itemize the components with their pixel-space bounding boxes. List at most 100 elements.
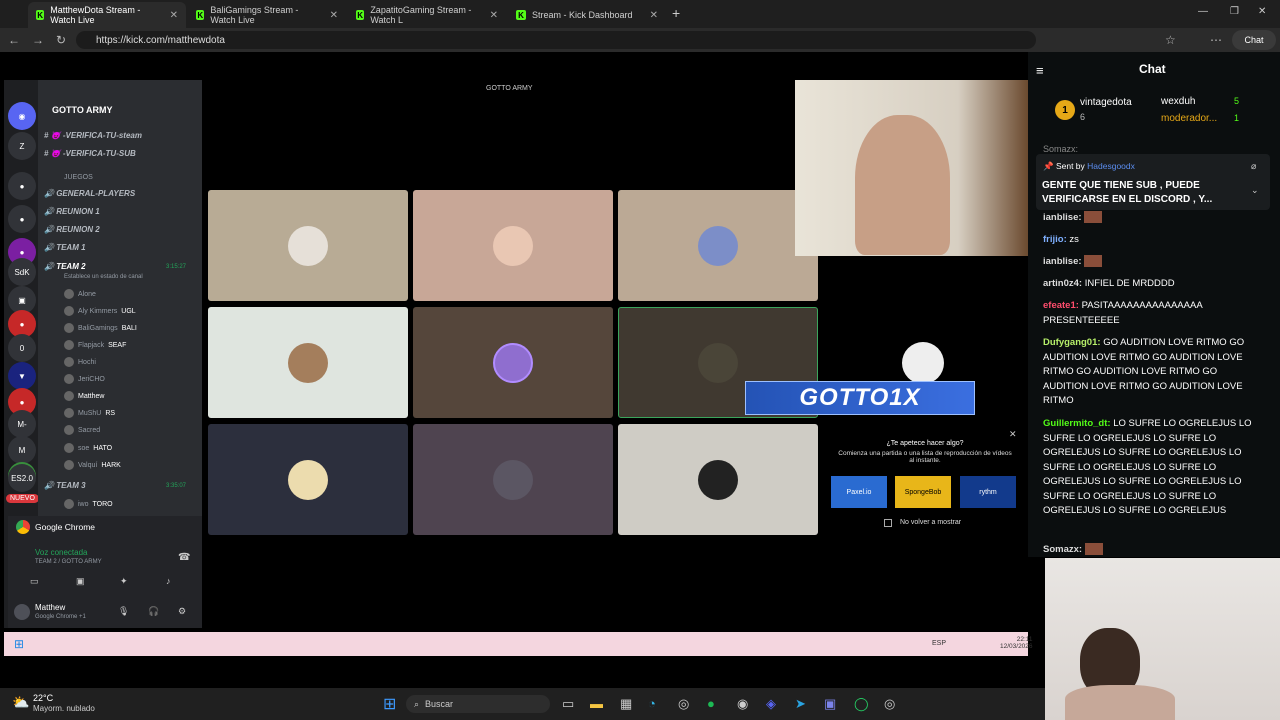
chat-username[interactable]: Somazx: <box>1043 544 1082 555</box>
url-input[interactable]: https://kick.com/matthewdota <box>76 31 1036 49</box>
collapse-chat-icon[interactable]: ≡ <box>1036 63 1044 78</box>
chat-username[interactable]: ianblise: <box>1043 256 1082 267</box>
server-icon[interactable]: Z <box>8 132 36 160</box>
close-icon[interactable]: ✕ <box>330 10 338 21</box>
whatsapp-icon[interactable]: ◯ <box>854 696 869 712</box>
close-icon[interactable]: ✕ <box>650 10 658 21</box>
task-view-icon[interactable]: ▭ <box>562 696 574 712</box>
video-tile[interactable] <box>208 424 408 535</box>
voice-member[interactable]: Aly Kimmers UGL <box>64 306 136 316</box>
maximize-icon[interactable]: ❐ <box>1230 6 1239 17</box>
category-juegos[interactable]: JUEGOS <box>64 174 93 181</box>
chat-username[interactable]: frijio: <box>1043 234 1067 245</box>
spotify-icon[interactable]: ● <box>707 696 715 711</box>
chevron-down-icon[interactable]: ⌄ <box>1251 185 1259 196</box>
voice-team-1[interactable]: 🔊 TEAM 1 <box>44 243 86 252</box>
app-tile[interactable]: Paxel.io <box>831 476 887 508</box>
discord-home-icon[interactable]: ◉ <box>8 102 36 130</box>
close-icon[interactable]: ✕ <box>170 10 178 21</box>
menu-icon[interactable]: ⋯ <box>1210 33 1222 47</box>
server-icon[interactable]: ● <box>8 172 36 200</box>
channel-verifica-steam[interactable]: # 😈 -VERIFICA-TU-steam <box>44 131 142 140</box>
store-icon[interactable]: ▦ <box>620 696 632 712</box>
voice-team-3[interactable]: 🔊 TEAM 3 <box>44 481 86 490</box>
unpin-icon[interactable]: ⌀ <box>1251 161 1256 172</box>
windows-start-icon[interactable]: ⊞ <box>14 637 24 651</box>
copilot-chat-button[interactable]: Chat <box>1232 30 1276 50</box>
favorites-icon[interactable]: ☆ <box>1165 33 1176 47</box>
close-icon[interactable]: ✕ <box>490 10 498 21</box>
chat-username[interactable]: Guillermito_dt: <box>1043 418 1111 429</box>
voice-reunion-1[interactable]: 🔊 REUNION 1 <box>44 207 100 216</box>
mic-icon[interactable]: 🎙 <box>118 606 129 617</box>
voice-member[interactable]: JeriCHO <box>64 374 105 384</box>
voice-general-players[interactable]: 🔊 GENERAL-PLAYERS <box>44 189 135 198</box>
video-tile[interactable] <box>618 190 818 301</box>
app-tile[interactable]: SpongeBob <box>895 476 951 508</box>
disconnect-icon[interactable]: ☎ <box>178 552 190 563</box>
server-icon[interactable]: M <box>8 436 36 464</box>
telegram-icon[interactable]: ➤ <box>795 696 806 712</box>
close-popup-icon[interactable]: ✕ <box>1009 429 1017 440</box>
steam-icon[interactable]: ◎ <box>678 696 689 712</box>
tab-kick-dashboard[interactable]: K Stream - Kick Dashboard ✕ <box>508 2 666 28</box>
server-name[interactable]: GOTTO ARMY <box>52 105 113 115</box>
tab-matthewdota[interactable]: K MatthewDota Stream - Watch Live ✕ <box>28 2 186 28</box>
server-icon[interactable]: ● <box>8 205 36 233</box>
close-window-icon[interactable]: ✕ <box>1258 6 1266 17</box>
back-icon[interactable]: ← <box>8 33 20 47</box>
video-tile[interactable] <box>208 190 408 301</box>
channel-status[interactable]: Establece un estado de canal <box>64 274 143 280</box>
chat-username[interactable]: Dufygang01: <box>1043 337 1101 348</box>
tab-zapatito[interactable]: K ZapatitoGaming Stream - Watch L ✕ <box>348 2 506 28</box>
top-gifter[interactable]: vintagedota <box>1080 97 1132 108</box>
headphones-icon[interactable]: 🎧 <box>148 606 159 617</box>
screen-share-icon[interactable]: ▣ <box>76 576 85 587</box>
voice-member[interactable]: Hochi <box>64 357 96 367</box>
chat-username[interactable]: artin0z4: <box>1043 278 1082 289</box>
minimize-icon[interactable]: — <box>1198 6 1208 17</box>
voice-reunion-2[interactable]: 🔊 REUNION 2 <box>44 225 100 234</box>
voice-member[interactable]: Valquí HARK <box>64 460 121 470</box>
activities-icon[interactable]: ✦ <box>120 576 128 587</box>
server-icon[interactable]: SdK <box>8 258 36 286</box>
pinned-user[interactable]: Hadesgoodx <box>1087 161 1135 171</box>
top-gifter[interactable]: moderador... <box>1161 113 1217 124</box>
channel-verifica-sub[interactable]: # 😈 -VERIFICA-TU-SUB <box>44 149 136 158</box>
soundboard-icon[interactable]: ♪ <box>166 576 171 586</box>
camera-icon[interactable]: ▭ <box>30 576 39 587</box>
taskbar-search[interactable]: ⌕ Buscar <box>406 695 550 713</box>
chat-username[interactable]: ianblise: <box>1043 212 1082 223</box>
weather-icon[interactable]: ⛅ <box>12 694 29 711</box>
teams-icon[interactable]: ▣ <box>824 696 836 712</box>
video-tile[interactable] <box>208 307 408 418</box>
voice-member[interactable]: soe HATO <box>64 443 112 453</box>
steam-icon[interactable]: ◎ <box>884 696 895 712</box>
user-avatar[interactable] <box>14 604 30 620</box>
voice-team-2[interactable]: 🔊 TEAM 2 <box>44 262 86 271</box>
voice-member[interactable]: BaliGamings BALI <box>64 323 137 333</box>
voice-member[interactable]: MuShU RS <box>64 408 115 418</box>
reload-icon[interactable]: ↻ <box>56 33 66 47</box>
voice-channel-link[interactable]: TEAM 2 / GOTTO ARMY <box>35 559 102 565</box>
forward-icon[interactable]: → <box>32 33 44 47</box>
voice-member[interactable]: iwo TORO <box>64 499 113 509</box>
voice-member[interactable]: Matthew <box>64 391 104 401</box>
language-indicator[interactable]: ESP <box>932 640 946 647</box>
video-tile[interactable] <box>618 424 818 535</box>
voice-member[interactable]: Sacred <box>64 425 100 435</box>
voice-member[interactable]: Flapjack SEAF <box>64 340 126 350</box>
server-icon[interactable]: 0 <box>8 334 36 362</box>
file-explorer-icon[interactable]: ▬ <box>590 696 603 711</box>
server-icon[interactable]: M- <box>8 410 36 438</box>
server-icon[interactable]: ▼ <box>8 362 36 390</box>
video-tile[interactable] <box>413 424 613 535</box>
video-tile[interactable] <box>413 190 613 301</box>
server-icon[interactable]: ES2.0 <box>8 464 36 492</box>
obs-icon[interactable]: ◉ <box>737 696 748 712</box>
chat-username[interactable]: efeate1: <box>1043 300 1079 311</box>
top-gifter[interactable]: wexduh <box>1161 96 1195 107</box>
chat-username[interactable]: Somazx: <box>1043 144 1078 154</box>
app-tile[interactable]: rythm <box>960 476 1016 508</box>
edge-icon[interactable]: ◔ <box>648 696 656 711</box>
